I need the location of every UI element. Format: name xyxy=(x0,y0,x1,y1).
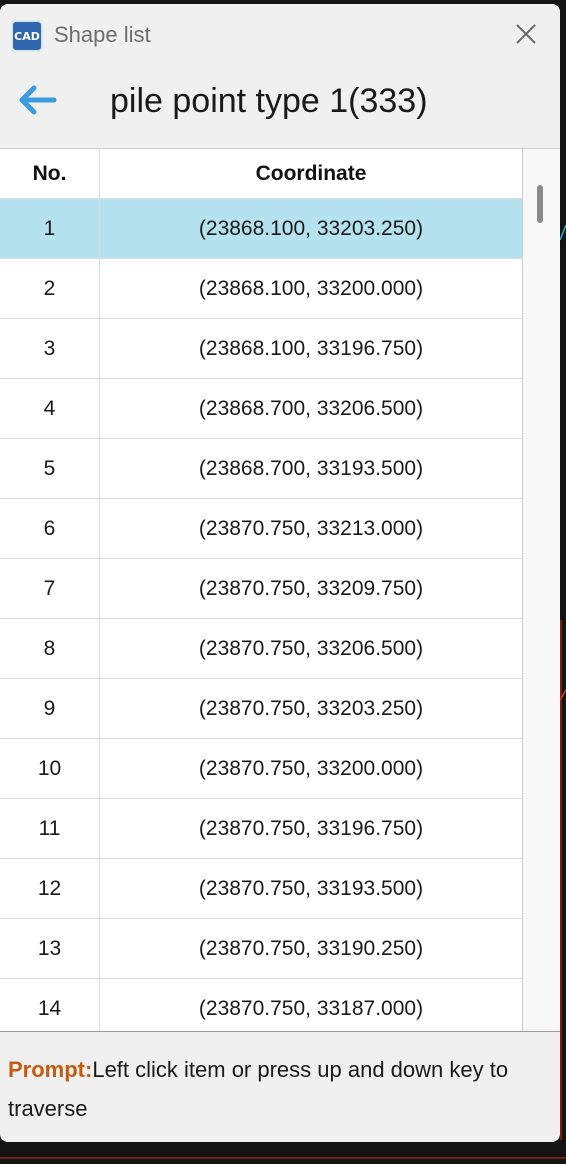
table-row[interactable]: 7 (23870.750, 33209.750) xyxy=(0,559,522,619)
table-row[interactable]: 10 (23870.750, 33200.000) xyxy=(0,739,522,799)
row-coordinate-cell: (23870.750, 33190.250) xyxy=(198,936,424,960)
table-body: 1 (23868.100, 33203.250) 2 (23868.100, 3320… xyxy=(0,199,522,1031)
row-coordinate-cell: (23868.700, 33193.500) xyxy=(198,456,424,480)
row-coordinate-cell: (23868.700, 33206.500) xyxy=(198,396,424,420)
prompt-text: Prompt:Left click item or press up and d… xyxy=(8,1050,548,1128)
prompt-label: Prompt: xyxy=(8,1057,93,1082)
row-coordinate-cell: (23870.750, 33203.250) xyxy=(198,696,424,720)
window-title: Shape list xyxy=(54,22,151,47)
table-row[interactable]: 3 (23868.100, 33196.750) xyxy=(0,319,522,379)
row-number-cell: 14 xyxy=(0,979,100,1031)
title-bar: CAD Shape list xyxy=(0,4,560,62)
shape-table: No. Coordinate 1 (23868.100, 33203.250) 2 (… xyxy=(0,148,560,1032)
row-number-cell: 7 xyxy=(0,559,100,618)
scrollbar-thumb[interactable] xyxy=(537,185,543,223)
row-coordinate-cell: (23868.100, 33200.000) xyxy=(198,276,424,300)
column-header-no: No. xyxy=(0,149,100,198)
table-row[interactable]: 13 (23870.750, 33190.250) xyxy=(0,919,522,979)
table-row[interactable]: 5 (23868.700, 33193.500) xyxy=(0,439,522,499)
table-row[interactable]: 2 (23868.100, 33200.000) xyxy=(0,259,522,319)
row-coordinate-cell: (23870.750, 33187.000) xyxy=(198,996,424,1020)
back-button[interactable] xyxy=(16,82,60,118)
row-number-cell: 8 xyxy=(0,619,100,678)
row-coordinate-cell: (23870.750, 33213.000) xyxy=(198,516,424,540)
table-row[interactable]: 14 (23870.750, 33187.000) xyxy=(0,979,522,1031)
row-coordinate-cell: (23868.100, 33196.750) xyxy=(198,336,424,360)
row-coordinate-cell: (23870.750, 33200.000) xyxy=(198,756,424,780)
vertical-scrollbar[interactable] xyxy=(523,149,560,1031)
row-coordinate-cell: (23868.100, 33203.250) xyxy=(198,216,424,240)
row-number-cell: 11 xyxy=(0,799,100,858)
table-row[interactable]: 8 (23870.750, 33206.500) xyxy=(0,619,522,679)
list-title: pile point type 1(333) xyxy=(110,82,428,120)
shape-list-window: CAD Shape list pile point type 1(333) No… xyxy=(0,4,560,1142)
row-number-cell: 4 xyxy=(0,379,100,438)
list-header: pile point type 1(333) xyxy=(0,62,560,148)
row-coordinate-cell: (23870.750, 33206.500) xyxy=(198,636,424,660)
close-button[interactable] xyxy=(508,16,544,52)
row-number-cell: 13 xyxy=(0,919,100,978)
row-number-cell: 3 xyxy=(0,319,100,378)
table-header: No. Coordinate xyxy=(0,149,522,199)
row-coordinate-cell: (23870.750, 33209.750) xyxy=(198,576,424,600)
table-row[interactable]: 11 (23870.750, 33196.750) xyxy=(0,799,522,859)
cad-app-icon: CAD xyxy=(11,20,43,52)
row-number-cell: 2 xyxy=(0,259,100,318)
table-row[interactable]: 1 (23868.100, 33203.250) xyxy=(0,199,522,259)
row-number-cell: 6 xyxy=(0,499,100,558)
table-row[interactable]: 9 (23870.750, 33203.250) xyxy=(0,679,522,739)
row-number-cell: 5 xyxy=(0,439,100,498)
row-number-cell: 12 xyxy=(0,859,100,918)
close-icon xyxy=(516,24,536,44)
row-coordinate-cell: (23870.750, 33196.750) xyxy=(198,816,424,840)
column-header-coordinate: Coordinate xyxy=(255,161,367,185)
row-number-cell: 10 xyxy=(0,739,100,798)
row-coordinate-cell: (23870.750, 33193.500) xyxy=(198,876,424,900)
table-row[interactable]: 6 (23870.750, 33213.000) xyxy=(0,499,522,559)
row-number-cell: 1 xyxy=(0,199,100,258)
back-arrow-icon xyxy=(19,85,57,115)
table-row[interactable]: 12 (23870.750, 33193.500) xyxy=(0,859,522,919)
table-row[interactable]: 4 (23868.700, 33206.500) xyxy=(0,379,522,439)
row-number-cell: 9 xyxy=(0,679,100,738)
